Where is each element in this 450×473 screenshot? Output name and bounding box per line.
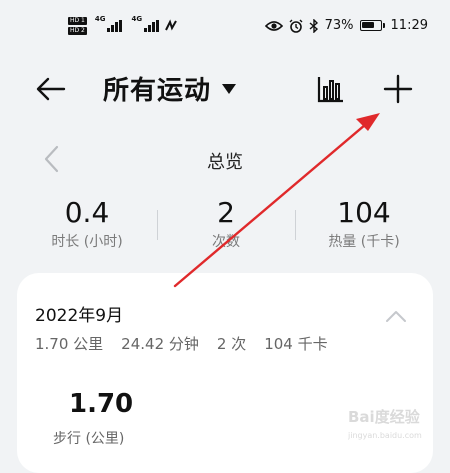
month-distance: 1.70 公里 (35, 335, 104, 353)
dropdown-triangle-icon (222, 83, 237, 94)
network-type-1: 4G (94, 15, 106, 23)
summary-count: 2 次数 (151, 196, 301, 251)
hd1-badge: HD 1 (68, 17, 87, 25)
page-title: 所有运动 (103, 76, 212, 106)
baidu-watermark-logo: Bai度经验 jingyan.baidu.com (348, 408, 422, 440)
battery-percent: 73% (324, 18, 354, 33)
count-value: 2 (217, 196, 235, 229)
count-label: 次数 (212, 234, 240, 250)
month-calories: 104 千卡 (264, 335, 328, 353)
bar-chart-icon[interactable] (316, 74, 346, 104)
summary-duration: 0.4 时长 (小时) (12, 196, 162, 251)
svg-text:Bai度经验: Bai度经验 (348, 408, 421, 426)
back-arrow-icon[interactable] (34, 72, 68, 106)
overview-header: 总览 (0, 140, 450, 180)
duration-value: 0.4 (64, 196, 110, 229)
chevron-up-icon[interactable] (385, 309, 407, 323)
calories-label: 热量 (千卡) (328, 234, 400, 250)
alarm-icon (289, 19, 303, 33)
calories-value: 104 (337, 196, 391, 229)
bluetooth-icon (309, 18, 318, 33)
duration-label: 时长 (小时) (51, 234, 123, 250)
add-icon[interactable] (381, 72, 415, 106)
summary-calories: 104 热量 (千卡) (289, 196, 439, 251)
month-count: 2 次 (216, 335, 247, 353)
svg-text:jingyan.baidu.com: jingyan.baidu.com (348, 431, 422, 440)
nfc-icon (165, 19, 177, 31)
battery-icon (359, 20, 385, 31)
signal-icon-2 (144, 20, 160, 32)
status-bar: HD 1 HD 2 4G 4G 73% 11:29 (0, 0, 450, 58)
overview-title: 总览 (207, 152, 243, 173)
month-stats: 1.70 公里 24.42 分钟 2 次 104 千卡 (35, 333, 328, 354)
month-title: 2022年9月 (35, 306, 124, 326)
walk-distance-value: 1.70 (69, 389, 134, 419)
overview-summary: 0.4 时长 (小时) 2 次数 104 热量 (千卡) (0, 196, 450, 260)
signal-indicators: HD 1 HD 2 4G 4G (68, 15, 178, 35)
sport-type-selector[interactable]: 所有运动 (103, 70, 237, 107)
walk-distance-label: 步行 (公里) (53, 431, 125, 447)
hd2-badge: HD 2 (68, 27, 87, 35)
hd-badges: HD 1 HD 2 (68, 17, 87, 35)
system-indicators: 73% 11:29 (264, 18, 428, 33)
month-duration: 24.42 分钟 (121, 335, 199, 353)
eye-icon (264, 20, 283, 31)
network-type-2: 4G (131, 15, 143, 23)
clock: 11:29 (390, 18, 428, 33)
signal-icon-1 (107, 20, 123, 32)
app-header: 所有运动 (0, 58, 450, 120)
